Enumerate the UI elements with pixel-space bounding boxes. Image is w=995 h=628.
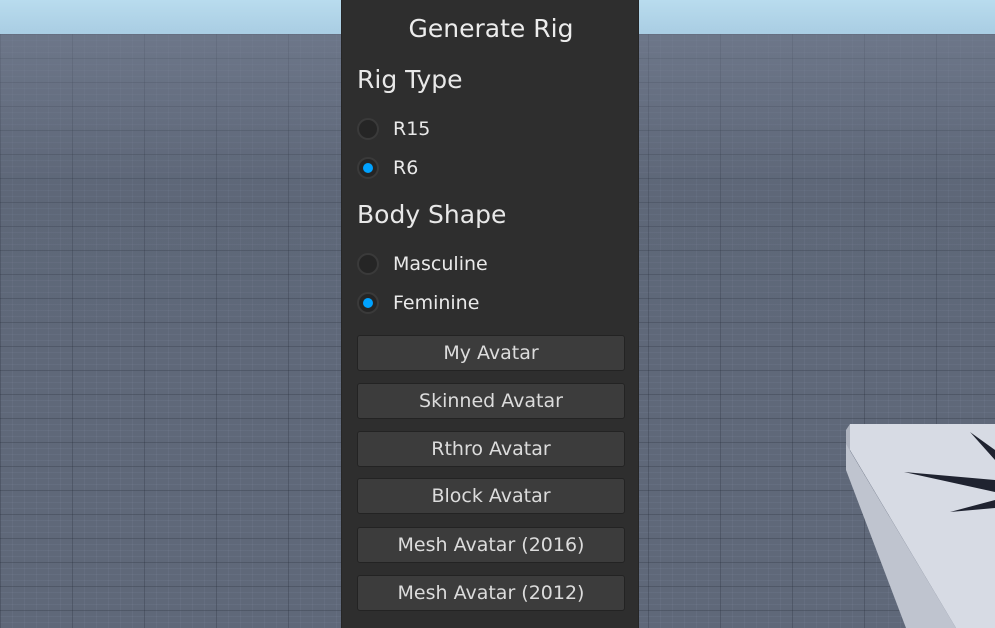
radio-label-masculine: Masculine bbox=[393, 253, 488, 275]
radio-option-r6[interactable]: R6 bbox=[357, 154, 418, 182]
radio-button-feminine[interactable] bbox=[357, 292, 379, 314]
rthro-avatar-button[interactable]: Rthro Avatar bbox=[357, 431, 625, 467]
radio-option-feminine[interactable]: Feminine bbox=[357, 289, 479, 317]
scene-prop[interactable] bbox=[846, 420, 995, 628]
panel-title: Generate Rig bbox=[408, 14, 574, 43]
radio-option-r15[interactable]: R15 bbox=[357, 115, 430, 143]
skinned-avatar-button[interactable]: Skinned Avatar bbox=[357, 383, 625, 419]
generate-rig-panel: Generate Rig Rig Type R15 R6 Body Shape … bbox=[341, 0, 639, 628]
radio-label-r6: R6 bbox=[393, 157, 419, 179]
body-shape-heading: Body Shape bbox=[357, 200, 507, 229]
mesh-avatar-2016-button[interactable]: Mesh Avatar (2016) bbox=[357, 527, 625, 563]
radio-button-r6[interactable] bbox=[357, 157, 379, 179]
mesh-avatar-2012-button[interactable]: Mesh Avatar (2012) bbox=[357, 575, 625, 611]
radio-option-masculine[interactable]: Masculine bbox=[357, 250, 488, 278]
block-avatar-button[interactable]: Block Avatar bbox=[357, 478, 625, 514]
my-avatar-button[interactable]: My Avatar bbox=[357, 335, 625, 371]
rig-type-heading: Rig Type bbox=[357, 65, 463, 94]
radio-button-masculine[interactable] bbox=[357, 253, 379, 275]
radio-button-r15[interactable] bbox=[357, 118, 379, 140]
radio-label-feminine: Feminine bbox=[393, 292, 480, 314]
radio-label-r15: R15 bbox=[393, 118, 431, 140]
